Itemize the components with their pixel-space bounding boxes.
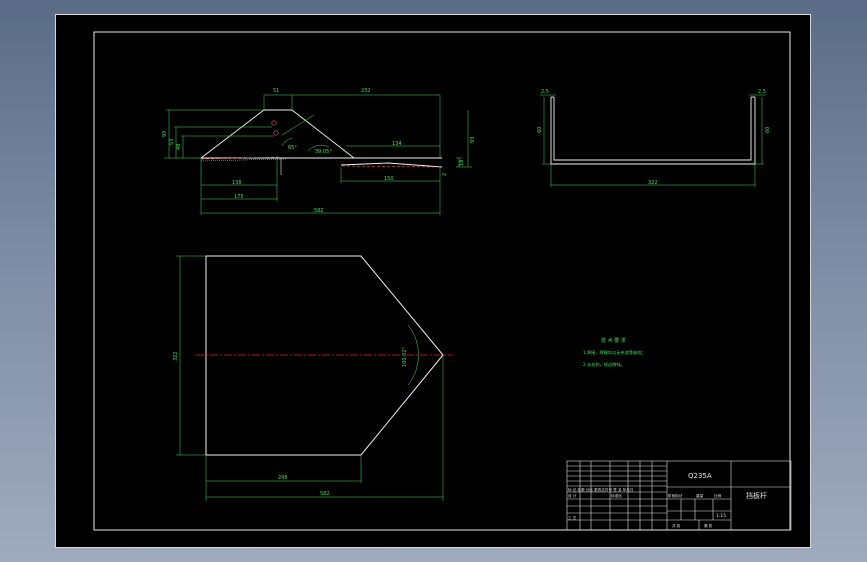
inner-frame — [93, 31, 791, 531]
dim-left-inner: 48 — [176, 144, 182, 150]
dim-width-total: 582 — [320, 491, 330, 497]
standard-label: 标准化 — [611, 493, 622, 498]
drawing-sheet: 51 232 93 53 48 93 18 65° 39.05° 134 150… — [55, 14, 811, 548]
cad-drawing: 51 232 93 53 48 93 18 65° 39.05° 134 150… — [93, 31, 792, 531]
notes-line-2: 2.去毛刺，锐边倒钝。 — [583, 361, 625, 368]
side-view: 2.5 2.5 60 60 322 — [537, 89, 771, 187]
dim-bottom-138: 138 — [232, 180, 242, 186]
sheet-no-label: 第 张 — [704, 523, 713, 528]
notes-line-1: 1.焊接，焊缝均匀无夹渣等缺陷； — [583, 349, 646, 356]
stage-label: 阶段标记 — [668, 493, 683, 498]
dim-angle-mid: 39.05° — [315, 149, 332, 155]
dim-right-small: 18 — [459, 160, 465, 166]
dim-top-left: 51 — [273, 88, 279, 94]
dim-thickness-left: 2.5 — [541, 89, 549, 95]
top-view: 322 248 582 100.02° — [173, 255, 453, 501]
dim-height-right: 60 — [765, 127, 771, 133]
dim-left-mid: 53 — [169, 139, 175, 145]
sheets-label: 共 张 — [672, 523, 681, 528]
front-view: 51 232 93 53 48 93 18 65° 39.05° 134 150… — [162, 88, 476, 215]
weight-label: 重量 — [696, 493, 704, 498]
part-name-label: 挡板杆 — [746, 491, 767, 500]
dim-thickness-right: 2.5 — [758, 89, 766, 95]
dim-angle-left: 65° — [288, 145, 297, 151]
dim-top-right: 232 — [361, 88, 371, 94]
dim-width-248: 248 — [278, 475, 288, 481]
title-block: Q235A 挡板杆 标 记 处数 分区 更改文件号 签 名 年月日 设 计 标准… — [566, 460, 792, 531]
scale-label: 比例 — [714, 493, 722, 498]
scale-value: 1:15 — [716, 513, 726, 519]
design-label: 设 计 — [568, 493, 577, 498]
dim-left-outer: 93 — [162, 131, 168, 137]
dim-width-150: 150 — [384, 176, 394, 182]
dim-angle: 100.02° — [402, 347, 408, 367]
dim-right-height: 93 — [470, 137, 476, 143]
dim-side-2: 2 — [442, 173, 448, 176]
dim-bottom-175: 175 — [234, 194, 244, 200]
dim-top-height: 322 — [173, 351, 179, 361]
revision-row-labels: 标 记 处数 分区 更改文件号 签 名 年月日 — [568, 487, 634, 492]
technical-notes: 技 术 要 求 1.焊接，焊缝均匀无夹渣等缺陷； 2.去毛刺，锐边倒钝。 — [583, 337, 646, 368]
dim-width-134: 134 — [392, 141, 402, 147]
notes-title: 技 术 要 求 — [601, 337, 626, 344]
material-label: Q235A — [688, 472, 712, 480]
dim-height-left: 60 — [537, 127, 543, 133]
dim-side-width: 322 — [648, 180, 658, 186]
process-label: 工 艺 — [568, 515, 577, 520]
dim-bottom-total: 582 — [314, 208, 324, 214]
